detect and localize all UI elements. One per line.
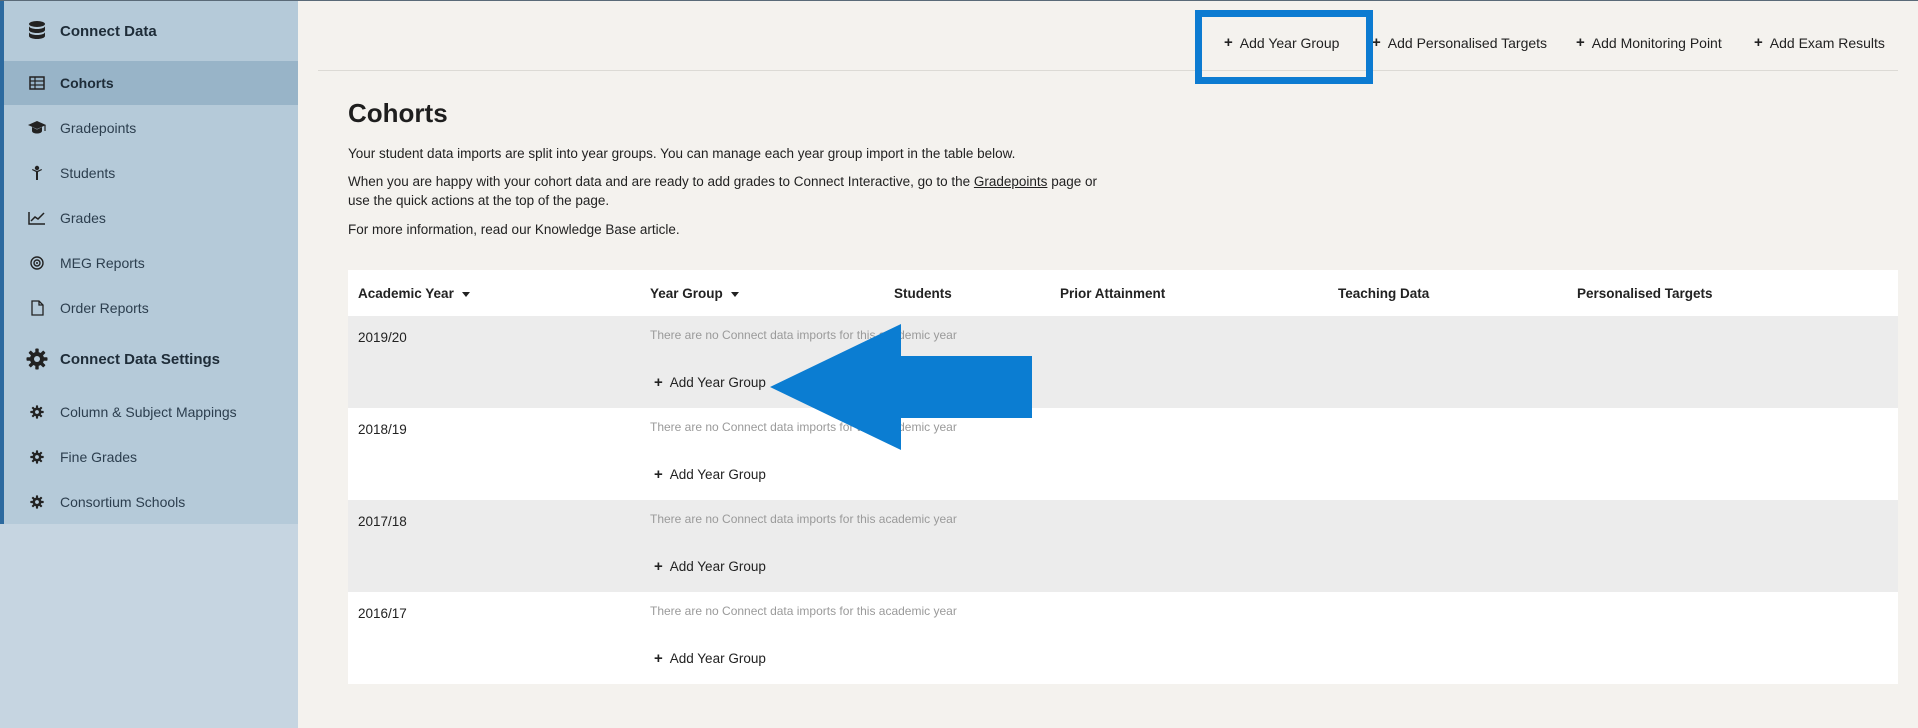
sidebar-item-order-reports[interactable]: Order Reports [4, 286, 298, 330]
document-icon [26, 297, 48, 319]
sidebar-item-cohorts[interactable]: Cohorts [4, 61, 298, 105]
plus-icon: + [654, 466, 663, 483]
sidebar-item-students[interactable]: Students [4, 151, 298, 195]
arrow-left-annotation-icon [770, 324, 1032, 450]
action-label: Add Exam Results [1769, 34, 1885, 51]
target-icon [26, 252, 48, 274]
student-icon [26, 162, 48, 184]
instructions-text-line2: use the quick actions at the top of the … [348, 193, 610, 208]
column-header-prior-attainment: Prior Attainment [1060, 286, 1166, 301]
column-header-students: Students [894, 286, 952, 301]
column-header-year-group[interactable]: Year Group [650, 286, 739, 301]
gear-icon [26, 446, 48, 468]
sidebar-item-connect-data-settings[interactable]: Connect Data Settings [4, 337, 298, 381]
row-add-label: Add Year Group [669, 651, 766, 666]
sidebar-item-label: Cohorts [60, 75, 114, 91]
sidebar-item-label: MEG Reports [60, 255, 145, 271]
gear-icon [26, 491, 48, 513]
sidebar-item-label: Order Reports [60, 300, 149, 316]
column-header-academic-year[interactable]: Academic Year [358, 286, 470, 301]
row-add-year-group-button[interactable]: + Add Year Group [654, 558, 766, 575]
table-row: 2017/18 There are no Connect data import… [348, 500, 1898, 592]
sidebar-menu: Connect Data Cohorts Gradepoints Student… [0, 1, 298, 524]
column-header-label: Year Group [650, 286, 723, 301]
plus-icon: + [1754, 34, 1763, 51]
instructions-text-end: page or [1047, 174, 1097, 189]
cohorts-table: Academic Year Year Group Students Prior … [348, 270, 1898, 684]
table-row: 2019/20 There are no Connect data import… [348, 316, 1898, 408]
sidebar-item-label: Consortium Schools [60, 494, 186, 510]
page-title: Cohorts [348, 98, 448, 128]
sidebar-item-gradepoints[interactable]: Gradepoints [4, 106, 298, 150]
table-row: 2016/17 There are no Connect data import… [348, 592, 1898, 684]
row-add-label: Add Year Group [669, 375, 766, 390]
sidebar-item-label: Connect Data Settings [60, 350, 221, 368]
sidebar-item-meg-reports[interactable]: MEG Reports [4, 241, 298, 285]
action-label: Add Monitoring Point [1591, 34, 1722, 51]
gear-icon [26, 401, 48, 423]
database-icon [26, 20, 48, 42]
table-icon [26, 72, 48, 94]
plus-icon: + [654, 558, 663, 575]
row-add-year-group-button[interactable]: + Add Year Group [654, 650, 766, 667]
academic-year-cell: 2018/19 [358, 422, 407, 437]
sidebar-item-connect-data[interactable]: Connect Data [4, 9, 298, 53]
row-add-label: Add Year Group [669, 559, 766, 574]
no-imports-note: There are no Connect data imports for th… [650, 604, 957, 618]
instructions-text: When you are happy with your cohort data… [348, 172, 1148, 210]
instructions-text-start: When you are happy with your cohort data… [348, 174, 974, 189]
sidebar: Connect Data Cohorts Gradepoints Student… [0, 1, 298, 728]
sort-caret-icon [730, 292, 739, 297]
table-row: 2018/19 There are no Connect data import… [348, 408, 1898, 500]
sidebar-item-grades[interactable]: Grades [4, 196, 298, 240]
row-add-year-group-button[interactable]: + Add Year Group [654, 466, 766, 483]
sidebar-item-fine-grades[interactable]: Fine Grades [4, 435, 298, 479]
gear-icon [26, 348, 48, 370]
table-header: Academic Year Year Group Students Prior … [348, 270, 1898, 316]
plus-icon: + [1576, 34, 1585, 51]
highlight-box-annotation [1195, 10, 1373, 84]
column-header-label: Academic Year [358, 286, 454, 301]
column-header-personalised-targets: Personalised Targets [1577, 286, 1713, 301]
sort-caret-icon [461, 292, 470, 297]
sidebar-item-label: Fine Grades [60, 449, 138, 465]
intro-text: Your student data imports are split into… [348, 146, 1016, 161]
sidebar-item-label: Gradepoints [60, 120, 137, 136]
sidebar-item-label: Column & Subject Mappings [60, 404, 237, 420]
line-chart-icon [26, 207, 48, 229]
plus-icon: + [654, 374, 663, 391]
sidebar-item-label: Students [60, 165, 116, 181]
academic-year-cell: 2017/18 [358, 514, 407, 529]
row-add-label: Add Year Group [669, 467, 766, 482]
action-label: Add Personalised Targets [1387, 34, 1548, 51]
row-add-year-group-button[interactable]: + Add Year Group [654, 374, 766, 391]
sidebar-item-column-subject-mappings[interactable]: Column & Subject Mappings [4, 390, 298, 434]
academic-year-cell: 2019/20 [358, 330, 407, 345]
sidebar-item-label: Grades [60, 210, 106, 226]
graduation-cap-icon [26, 117, 48, 139]
column-header-teaching-data: Teaching Data [1338, 286, 1430, 301]
sidebar-item-consortium-schools[interactable]: Consortium Schools [4, 480, 298, 524]
add-exam-results-button[interactable]: + Add Exam Results [1754, 34, 1885, 51]
sidebar-item-label: Connect Data [60, 22, 157, 40]
plus-icon: + [654, 650, 663, 667]
no-imports-note: There are no Connect data imports for th… [650, 512, 957, 526]
plus-icon: + [1372, 34, 1381, 51]
add-monitoring-point-button[interactable]: + Add Monitoring Point [1576, 34, 1722, 51]
academic-year-cell: 2016/17 [358, 606, 407, 621]
add-personalised-targets-button[interactable]: + Add Personalised Targets [1372, 34, 1547, 51]
gradepoints-link[interactable]: Gradepoints [974, 174, 1048, 189]
knowledge-base-text: For more information, read our Knowledge… [348, 222, 680, 237]
